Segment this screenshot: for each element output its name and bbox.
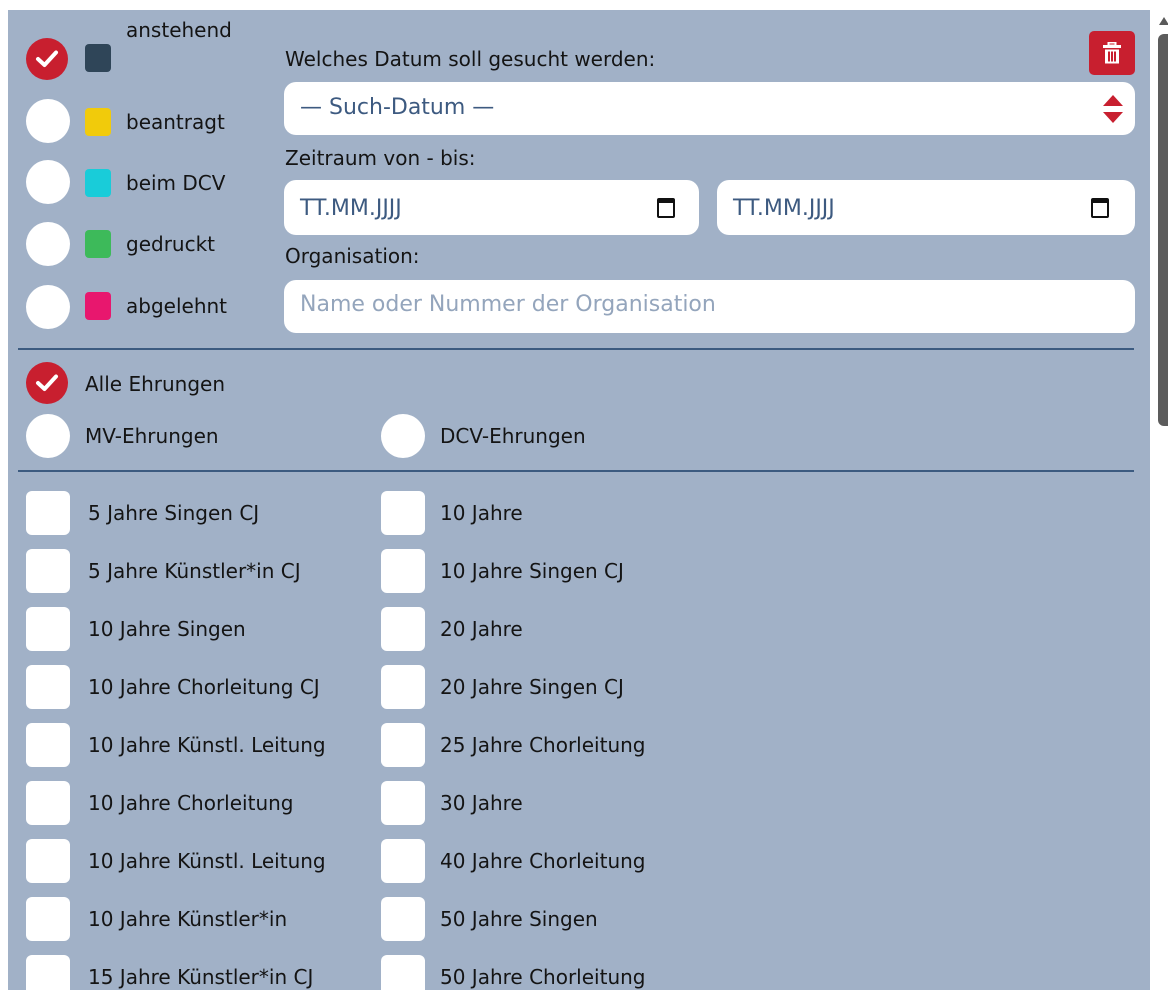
- honor-label: 10 Jahre: [440, 501, 523, 525]
- honor-label: 5 Jahre Singen CJ: [88, 501, 260, 525]
- date-select-label: Welches Datum soll gesucht werden:: [285, 47, 656, 71]
- scroll-up-arrow-icon[interactable]: [1159, 17, 1168, 25]
- checkmark-icon: [36, 50, 58, 67]
- search-date-select[interactable]: — Such-Datum —: [284, 82, 1135, 135]
- scrollbar-thumb[interactable]: [1158, 34, 1168, 426]
- honor-label: 20 Jahre Singen CJ: [440, 675, 624, 699]
- status-color-swatch: [85, 230, 111, 258]
- honor-checkbox[interactable]: [381, 897, 425, 941]
- date-from-input[interactable]: TT.MM.JJJJ: [284, 180, 699, 235]
- delete-button[interactable]: [1089, 31, 1135, 75]
- honor-type-radio-alle[interactable]: [26, 362, 68, 404]
- checkmark-icon: [36, 374, 58, 391]
- honor-checkbox[interactable]: [26, 897, 70, 941]
- honor-label: 30 Jahre: [440, 791, 523, 815]
- status-radio-abgelehnt[interactable]: [26, 285, 70, 329]
- calendar-icon[interactable]: [657, 198, 675, 218]
- date-to-input[interactable]: TT.MM.JJJJ: [717, 180, 1135, 235]
- honor-checkbox[interactable]: [26, 839, 70, 883]
- date-from-placeholder: TT.MM.JJJJ: [300, 196, 402, 221]
- honor-type-label-dcv: DCV-Ehrungen: [440, 424, 586, 448]
- honor-checkbox[interactable]: [26, 955, 70, 999]
- honor-label: 50 Jahre Singen: [440, 907, 598, 931]
- status-label-beantragt: beantragt: [126, 110, 225, 134]
- honor-checkbox[interactable]: [381, 781, 425, 825]
- sort-arrows-icon: [1103, 95, 1123, 123]
- honor-checkbox[interactable]: [26, 549, 70, 593]
- honor-label: 10 Jahre Chorleitung CJ: [88, 675, 320, 699]
- honor-type-radio-mv[interactable]: [26, 414, 70, 458]
- honor-checkbox[interactable]: [381, 491, 425, 535]
- status-radio-beim-dcv[interactable]: [26, 160, 70, 204]
- honor-checkbox[interactable]: [26, 781, 70, 825]
- search-date-select-value: — Such-Datum —: [300, 95, 495, 120]
- trash-icon: [1103, 42, 1121, 64]
- status-color-swatch: [85, 169, 111, 197]
- period-label: Zeitraum von - bis:: [285, 146, 476, 170]
- section-divider: [18, 348, 1134, 350]
- honor-label: 10 Jahre Chorleitung: [88, 791, 294, 815]
- honor-label: 5 Jahre Künstler*in CJ: [88, 559, 301, 583]
- organisation-label: Organisation:: [285, 244, 420, 268]
- honor-checkbox[interactable]: [381, 607, 425, 651]
- status-color-swatch: [85, 44, 111, 72]
- honor-checkbox[interactable]: [26, 723, 70, 767]
- honor-checkbox[interactable]: [26, 607, 70, 651]
- honor-checkbox[interactable]: [381, 549, 425, 593]
- status-color-swatch: [85, 292, 111, 320]
- filter-panel: [8, 10, 1150, 990]
- honor-checkbox[interactable]: [26, 665, 70, 709]
- honor-label: 10 Jahre Singen CJ: [440, 559, 624, 583]
- honor-label: 15 Jahre Künstler*in CJ: [88, 965, 314, 989]
- section-divider: [18, 470, 1134, 472]
- honor-label: 10 Jahre Künstler*in: [88, 907, 288, 931]
- status-radio-anstehend[interactable]: [26, 38, 68, 80]
- honor-label: 50 Jahre Chorleitung: [440, 965, 646, 989]
- status-radio-beantragt[interactable]: [26, 99, 70, 143]
- honor-label: 25 Jahre Chorleitung: [440, 733, 646, 757]
- honor-label: 20 Jahre: [440, 617, 523, 641]
- honor-checkbox[interactable]: [381, 839, 425, 883]
- organisation-input[interactable]: Name oder Nummer der Organisation: [284, 280, 1135, 333]
- organisation-placeholder: Name oder Nummer der Organisation: [300, 292, 716, 317]
- status-radio-gedruckt[interactable]: [26, 222, 70, 266]
- honor-type-label-alle: Alle Ehrungen: [85, 372, 226, 396]
- calendar-icon[interactable]: [1091, 198, 1109, 218]
- status-label-abgelehnt: abgelehnt: [126, 294, 228, 318]
- status-label-beim-dcv: beim DCV: [126, 171, 226, 195]
- honor-label: 10 Jahre Künstl. Leitung: [88, 733, 326, 757]
- honor-checkbox[interactable]: [381, 955, 425, 999]
- status-label-anstehend: anstehend: [126, 18, 232, 42]
- honor-type-label-mv: MV-Ehrungen: [85, 424, 219, 448]
- date-to-placeholder: TT.MM.JJJJ: [733, 196, 835, 221]
- honor-type-radio-dcv[interactable]: [381, 414, 425, 458]
- honor-checkbox[interactable]: [26, 491, 70, 535]
- honor-label: 10 Jahre Künstl. Leitung: [88, 849, 326, 873]
- honor-checkbox[interactable]: [381, 723, 425, 767]
- status-color-swatch: [85, 108, 111, 136]
- honor-label: 10 Jahre Singen: [88, 617, 246, 641]
- status-label-gedruckt: gedruckt: [126, 232, 216, 256]
- honor-checkbox[interactable]: [381, 665, 425, 709]
- honor-label: 40 Jahre Chorleitung: [440, 849, 646, 873]
